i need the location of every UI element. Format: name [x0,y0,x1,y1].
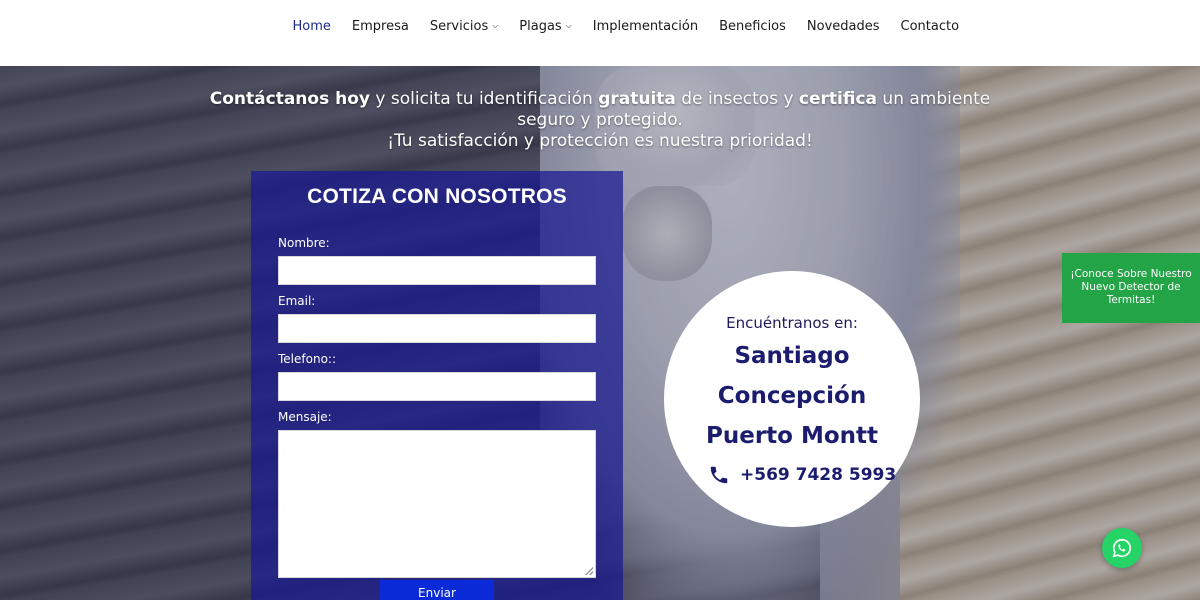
message-label: Mensaje: [278,410,332,424]
nav-item-empresa[interactable]: Empresa [341,18,419,36]
form-title: COTIZA CON NOSOTROS [307,185,567,208]
locations-header: Encuéntranos en: [726,314,858,332]
nav-item-implementacion[interactable]: Implementación [582,18,708,36]
phone-field[interactable] [278,372,596,401]
submit-button[interactable]: Enviar [380,580,494,600]
hero-text: un ambiente [877,89,991,109]
nav-item-novedades[interactable]: Novedades [796,18,890,36]
phone-icon [710,466,728,484]
nav-label: Novedades [806,19,880,34]
hero-emphasis: certifica [798,89,878,109]
nav-label: Empresa [351,19,409,34]
nav-label: Contacto [900,19,960,34]
phone-number: +569 7428 5993 [740,465,897,485]
nav-item-servicios[interactable]: Servicios ⌵ [419,18,508,36]
hero-text: y solicita tu identificación [369,89,599,109]
locations-circle: Encuéntranos en: Santiago Concepción Pue… [664,271,920,527]
name-field[interactable] [278,256,596,285]
hero-headline: Contáctanos hoy y solicita tu identifica… [200,89,1000,152]
chevron-down-icon: ⌵ [492,21,499,30]
quote-form: COTIZA CON NOSOTROS Nombre: Email: Telef… [251,171,623,600]
hero-line-3: ¡Tu satisfacción y protección es nuestra… [387,131,813,151]
termite-detector-cta[interactable]: ¡Conoce Sobre Nuestro Nuevo Detector de … [1062,253,1200,323]
chevron-down-icon: ⌵ [565,21,572,30]
nav-item-beneficios[interactable]: Beneficios [709,18,797,36]
nav-label: Implementación [592,19,699,34]
phone-label: Telefono:: [278,352,336,366]
message-field[interactable] [278,430,596,578]
whatsapp-button[interactable] [1102,528,1142,568]
nav-label: Servicios [429,19,489,34]
hero-text: de insectos y [675,89,799,109]
hero-emphasis: gratuita [598,89,676,109]
hero-emphasis: Contáctanos hoy [209,89,370,109]
hero-section: Contáctanos hoy y solicita tu identifica… [0,66,1200,600]
resize-handle-icon[interactable] [585,567,593,575]
nav-item-plagas[interactable]: Plagas ⌵ [509,18,583,36]
email-field[interactable] [278,314,596,343]
nav-item-home[interactable]: Home [282,18,341,36]
nav-item-contacto[interactable]: Contacto [890,18,970,36]
main-menu: Home Empresa Servicios ⌵ Plagas ⌵ Implemen… [282,18,970,36]
hero-line-2: seguro y protegido. [517,110,683,130]
city-concepcion: Concepción [717,383,867,409]
whatsapp-icon [1112,538,1132,558]
email-label: Email: [278,294,316,308]
city-puerto-montt: Puerto Montt [705,423,879,449]
nav-label: Plagas [519,19,562,34]
hero-line-1: Contáctanos hoy y solicita tu identifica… [200,89,1000,110]
nav-label: Home [292,19,331,34]
top-navbar: Home Empresa Servicios ⌵ Plagas ⌵ Implemen… [0,0,1200,66]
city-santiago: Santiago [734,343,850,369]
phone-link[interactable]: +569 7428 5993 [708,464,896,486]
nav-label: Beneficios [719,19,786,34]
name-label: Nombre: [278,236,330,250]
